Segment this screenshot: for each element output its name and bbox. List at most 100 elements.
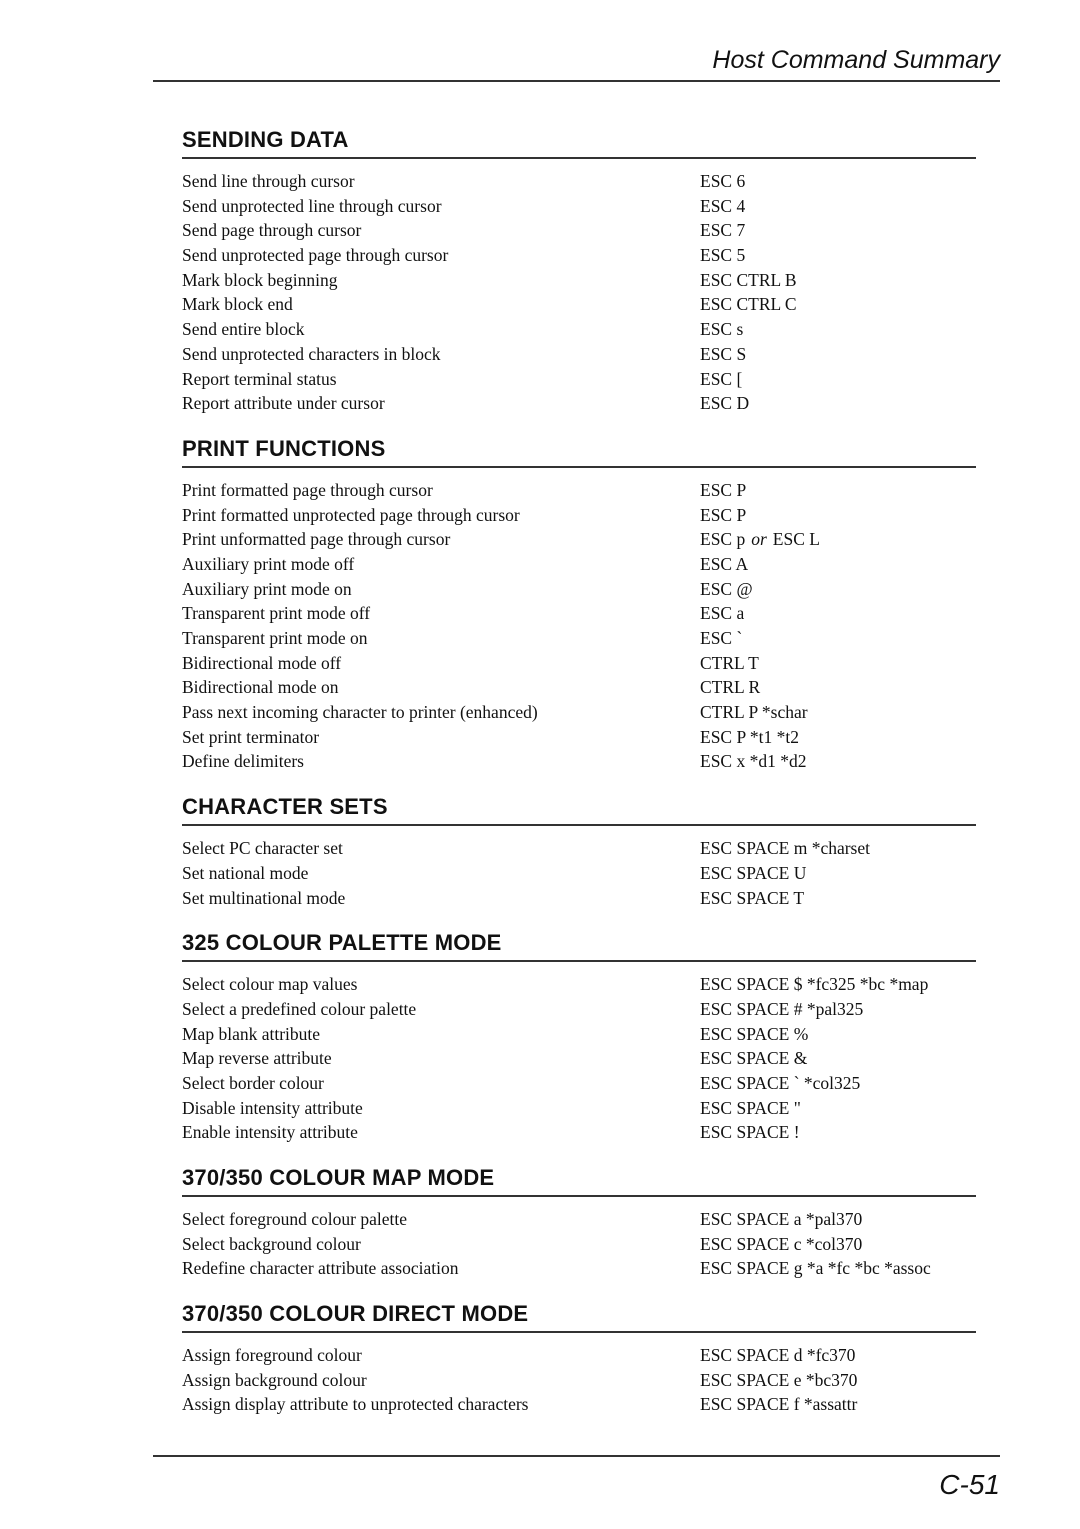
- command-row: Select PC character set ESC SPACE m *char…: [182, 836, 976, 861]
- command-description: Send line through cursor: [182, 171, 355, 191]
- section-rule: [182, 1331, 976, 1334]
- command-description: Transparent print mode on: [182, 628, 368, 648]
- command-description: Auxiliary print mode off: [182, 553, 355, 574]
- command-row: Assign background colour ESC SPACE e *bc3…: [182, 1368, 976, 1393]
- command-row: Select border colour ESC SPACE ` *col325: [182, 1071, 976, 1096]
- command-code: ESC a: [700, 603, 745, 624]
- command-row: Send entire block ESC s: [182, 317, 976, 342]
- section-title: SENDING DATA: [182, 127, 349, 152]
- command-row: Print formatted unprotected page through…: [182, 503, 976, 528]
- section-325-colour-palette-mode: 325 COLOUR PALETTE MODE Select colour ma…: [182, 926, 976, 1145]
- section-rule: [182, 960, 976, 963]
- command-code: ESC P: [700, 479, 747, 500]
- command-row: Select colour map values ESC SPACE $ *fc3…: [182, 972, 976, 997]
- command-description: Auxiliary print mode on: [182, 578, 352, 599]
- command-code: ESC SPACE U: [700, 862, 807, 883]
- command-code: ESC SPACE d *fc370: [700, 1345, 856, 1366]
- section-sending-data: SENDING DATA Send line through cursor ESC…: [182, 123, 976, 416]
- page-number: C-51: [939, 1469, 1000, 1500]
- section-rule: [182, 824, 976, 827]
- command-code: ESC SPACE T: [700, 887, 805, 908]
- command-code: ESC SPACE %: [700, 1023, 809, 1044]
- section-title: 370/350 COLOUR MAP MODE: [182, 1165, 495, 1190]
- running-header-title: Host Command Summary: [712, 46, 1000, 74]
- command-code: ESC CTRL B: [700, 269, 797, 290]
- footer-rule: [153, 1455, 1000, 1457]
- command-code: ESC SPACE &: [700, 1048, 808, 1069]
- command-description: Bidirectional mode on: [182, 677, 339, 698]
- command-description: Select PC character set: [182, 838, 343, 859]
- command-description: Mark block beginning: [182, 269, 338, 290]
- command-code: ESC @: [700, 578, 753, 599]
- command-row: Mark block beginning ESC CTRL B: [182, 268, 976, 293]
- command-description: Set multinational mode: [182, 887, 346, 908]
- command-code: CTRL P *schar: [700, 702, 808, 723]
- command-code: ESC SPACE # *pal325: [700, 998, 864, 1019]
- command-code: ESC x *d1 *d2: [700, 751, 807, 772]
- command-description: Send page through cursor: [182, 220, 362, 241]
- command-description: Assign background colour: [182, 1369, 367, 1390]
- command-description: Select background colour: [182, 1233, 361, 1254]
- command-description: Define delimiters: [182, 751, 304, 772]
- command-row: Print unformatted page through cursor ESC…: [182, 527, 976, 552]
- command-code: ESC 4: [700, 195, 746, 216]
- command-description: Report attribute under cursor: [182, 393, 385, 414]
- section-print-functions: PRINT FUNCTIONS Print formatted page thr…: [182, 432, 976, 774]
- command-description: Select border colour: [182, 1072, 324, 1093]
- command-description: Print formatted unprotected page through…: [182, 504, 520, 525]
- command-description: Mark block end: [182, 294, 293, 315]
- command-description: Map reverse attribute: [182, 1048, 332, 1069]
- command-code: ESC p: [700, 529, 746, 550]
- command-row: Send unprotected characters in block ESC …: [182, 342, 976, 367]
- command-code: ESC SPACE a *pal370: [700, 1209, 863, 1229]
- command-code: ESC 7: [700, 220, 746, 241]
- command-row: Send unprotected line through cursor ESC …: [182, 194, 976, 219]
- command-code: ESC 5: [700, 245, 746, 266]
- command-row: Set national mode ESC SPACE U: [182, 861, 976, 886]
- command-row: Bidirectional mode off CTRL T: [182, 651, 976, 676]
- command-code: ESC `: [700, 628, 743, 648]
- command-row: Print formatted page through cursor ESC P: [182, 478, 976, 503]
- command-code: ESC [: [700, 368, 743, 389]
- command-code: ESC CTRL C: [700, 294, 797, 315]
- section-rule: [182, 1195, 976, 1197]
- command-row: Send line through cursor ESC 6: [182, 169, 976, 194]
- command-description: Select colour map values: [182, 974, 358, 995]
- section-title: 325 COLOUR PALETTE MODE: [182, 930, 502, 956]
- command-description: Assign foreground colour: [182, 1345, 362, 1366]
- command-code: ESC SPACE c *col370: [700, 1233, 863, 1254]
- command-row: Assign foreground colour ESC SPACE d *fc3…: [182, 1343, 976, 1368]
- command-row: Set print terminator ESC P *t1 *t2: [182, 725, 976, 750]
- section-title: 370/350 COLOUR DIRECT MODE: [182, 1301, 529, 1327]
- command-description: Set print terminator: [182, 726, 320, 747]
- command-row: Set multinational mode ESC SPACE T: [182, 886, 976, 911]
- command-description: Select a predefined colour palette: [182, 998, 417, 1019]
- command-code: ESC P *t1 *t2: [700, 726, 800, 747]
- section-370-350-colour-map-mode: 370/350 COLOUR MAP MODE Select foregroun…: [182, 1161, 976, 1281]
- command-code: ESC SPACE ": [700, 1097, 801, 1118]
- command-code: ESC S: [700, 343, 747, 364]
- command-row: Report terminal status ESC [: [182, 367, 976, 392]
- command-row: Map reverse attribute ESC SPACE &: [182, 1046, 976, 1071]
- command-description: Send unprotected page through cursor: [182, 245, 449, 266]
- command-code: ESC SPACE g *a *fc *bc *assoc: [700, 1258, 931, 1279]
- command-code: ESC SPACE e *bc370: [700, 1369, 858, 1390]
- command-description: Disable intensity attribute: [182, 1097, 363, 1118]
- command-row: Auxiliary print mode on ESC @: [182, 577, 976, 602]
- command-row: Map blank attribute ESC SPACE %: [182, 1022, 976, 1047]
- command-code: ESC SPACE !: [700, 1122, 800, 1143]
- command-description: Pass next incoming character to printer …: [182, 702, 538, 723]
- command-row: Auxiliary print mode off ESC A: [182, 552, 976, 577]
- command-description: Send unprotected line through cursor: [182, 195, 442, 216]
- command-row: Send page through cursor ESC 7: [182, 218, 976, 243]
- command-code: ESC SPACE m *charset: [700, 838, 870, 859]
- command-description: Bidirectional mode off: [182, 652, 342, 673]
- command-code: CTRL T: [700, 652, 759, 673]
- command-row: Transparent print mode off ESC a: [182, 601, 976, 626]
- command-row: Define delimiters ESC x *d1 *d2: [182, 749, 976, 774]
- command-code: ESC s: [700, 319, 744, 340]
- command-row: Bidirectional mode on CTRL R: [182, 675, 976, 700]
- command-row: Redefine character attribute association…: [182, 1256, 976, 1281]
